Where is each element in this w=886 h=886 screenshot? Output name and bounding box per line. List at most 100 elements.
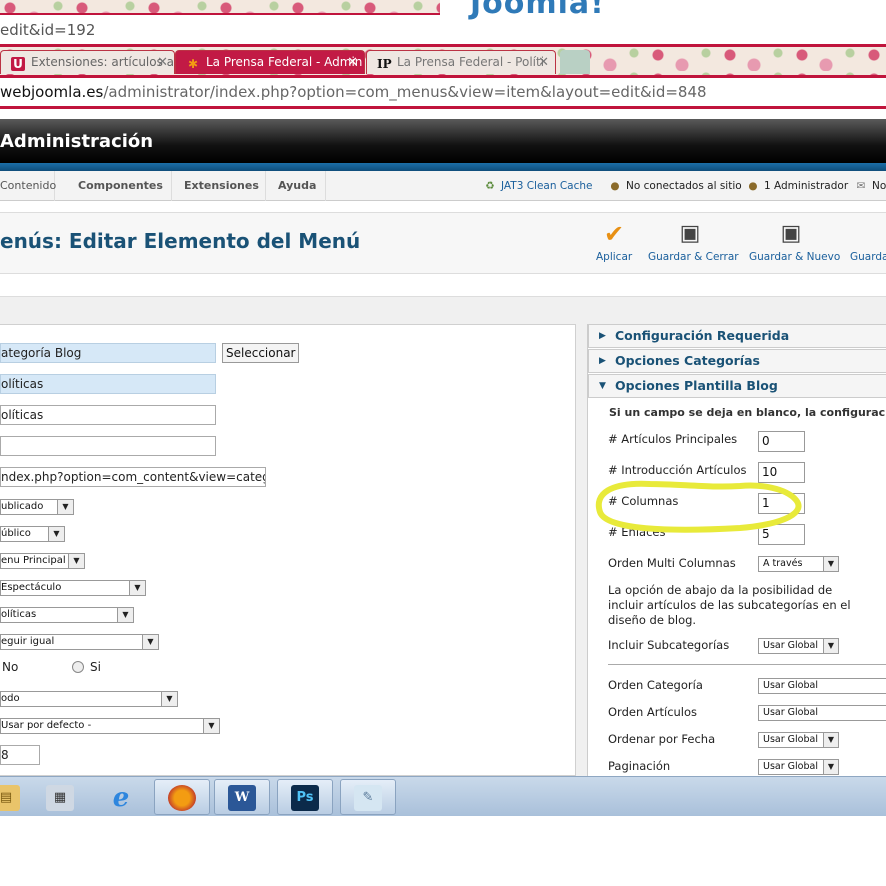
ordering-value: olíticas bbox=[1, 609, 37, 620]
leading-articles-label: # Artículos Principales bbox=[608, 432, 738, 446]
new-tab-button[interactable] bbox=[560, 50, 590, 74]
messages-status[interactable]: ✉ No bbox=[854, 171, 886, 201]
parent-item-select[interactable]: Espectáculo ▼ bbox=[0, 580, 146, 596]
save-close-button[interactable]: ▣ Guardar & Cerrar bbox=[648, 221, 739, 263]
include-subcategories-value: Usar Global bbox=[763, 640, 818, 651]
chevron-down-icon: ▼ bbox=[823, 639, 838, 653]
admins-status: ● 1 Administrador bbox=[746, 171, 848, 201]
admin-user-icon: ● bbox=[748, 180, 758, 192]
browser-tab-politicas[interactable]: IP La Prensa Federal - Políti ✕ bbox=[366, 50, 556, 74]
note-field[interactable] bbox=[0, 436, 216, 456]
multi-column-order-select[interactable]: A través ▼ bbox=[758, 556, 839, 572]
menu-ayuda[interactable]: Ayuda bbox=[266, 171, 326, 201]
browser-tab-admin[interactable]: ✱ La Prensa Federal - Admin ✕ bbox=[175, 50, 365, 74]
select-type-button[interactable]: Seleccionar bbox=[222, 343, 300, 363]
access-value: úblico bbox=[1, 528, 31, 539]
target-window-select[interactable]: eguir igual ▼ bbox=[0, 634, 159, 650]
chevron-down-icon: ▼ bbox=[161, 692, 177, 706]
apply-label: Aplicar bbox=[596, 251, 633, 263]
save-new-button[interactable]: ▣ Guardar & Nuevo bbox=[749, 221, 840, 263]
save-new-label: Guardar & Nuevo bbox=[749, 251, 841, 263]
messages-label: No bbox=[872, 180, 886, 192]
details-panel: ategoría Blog Seleccionar olíticas olíti… bbox=[0, 324, 576, 776]
include-subcategories-select[interactable]: Usar Global ▼ bbox=[758, 638, 839, 654]
menu-location-value: enu Principal bbox=[1, 555, 66, 566]
tab-favicon-icon: U bbox=[11, 57, 25, 71]
intro-articles-label: # Introducción Artículos bbox=[608, 463, 747, 477]
photoshop-button[interactable]: Ps bbox=[277, 779, 333, 815]
columns-input[interactable]: 1 bbox=[758, 493, 805, 514]
title-field[interactable]: olíticas bbox=[0, 374, 216, 394]
menu-item-type-field[interactable]: ategoría Blog bbox=[0, 343, 216, 363]
visitors-status: ● No conectados al sitio bbox=[608, 171, 741, 201]
template-style-value: Usar por defecto - bbox=[1, 720, 92, 731]
options-panel: ▶ Configuración Requerida ▶ Opciones Categ… bbox=[587, 324, 886, 776]
status-select[interactable]: ublicado ▼ bbox=[0, 499, 74, 515]
jat3-cache-link[interactable]: ♻ JAT3 Clean Cache bbox=[483, 171, 593, 201]
header-band bbox=[0, 163, 886, 171]
default-si-label: Si bbox=[90, 660, 101, 674]
internet-explorer-button[interactable]: e bbox=[93, 779, 149, 815]
subcategories-help-text: La opción de abajo da la posibilidad de … bbox=[608, 583, 851, 627]
links-input[interactable]: 5 bbox=[758, 524, 805, 545]
multi-column-order-label: Orden Multi Columnas bbox=[608, 556, 736, 570]
date-order-select[interactable]: Usar Global ▼ bbox=[758, 732, 839, 748]
menu-location-select[interactable]: enu Principal ▼ bbox=[0, 553, 85, 569]
screenshot-root: { "browser": { "prev_url_fragment": "edi… bbox=[0, 0, 886, 886]
default-no-label: No bbox=[2, 660, 19, 674]
access-select[interactable]: úblico ▼ bbox=[0, 526, 65, 542]
default-si-radio[interactable] bbox=[72, 661, 84, 673]
menu-extensiones[interactable]: Extensiones bbox=[172, 171, 266, 201]
target-window-value: eguir igual bbox=[1, 636, 55, 647]
article-order-value: Usar Global bbox=[763, 707, 818, 718]
alias-field[interactable]: olíticas bbox=[0, 405, 216, 425]
chevron-right-icon: ▶ bbox=[599, 356, 606, 366]
notepad-button[interactable]: ✎ bbox=[340, 779, 396, 815]
pagination-value: Usar Global bbox=[763, 761, 818, 772]
section-categories-label: Opciones Categorías bbox=[615, 353, 760, 368]
template-style-select[interactable]: Usar por defecto - ▼ bbox=[0, 718, 220, 734]
section-blog-header[interactable]: ▼ Opciones Plantilla Blog bbox=[588, 374, 886, 398]
firefox-button[interactable] bbox=[154, 779, 210, 815]
menu-contenido[interactable]: Contenido bbox=[0, 171, 56, 201]
article-order-select[interactable]: Usar Global bbox=[758, 705, 886, 721]
browser-tab-extensiones[interactable]: U Extensiones: artículos autó✕ bbox=[0, 50, 175, 74]
file-explorer-button[interactable]: ▤ bbox=[0, 779, 34, 815]
pagination-label: Paginación bbox=[608, 759, 671, 773]
cache-icon: ♻ bbox=[485, 180, 495, 192]
chevron-down-icon: ▼ bbox=[48, 527, 64, 541]
word-icon: W bbox=[228, 785, 256, 811]
close-icon[interactable]: ✕ bbox=[538, 55, 549, 70]
user-icon: ● bbox=[610, 180, 620, 192]
section-categories-header[interactable]: ▶ Opciones Categorías bbox=[588, 349, 886, 373]
file-explorer-icon: ▤ bbox=[0, 785, 20, 811]
tab-label: La Prensa Federal - Admin bbox=[206, 55, 363, 69]
tab-label: La Prensa Federal - Políti bbox=[397, 55, 545, 69]
status-value: ublicado bbox=[1, 501, 44, 512]
category-order-select[interactable]: Usar Global bbox=[758, 678, 886, 694]
link-field[interactable]: ndex.php?option=com_content&view=categor… bbox=[0, 467, 266, 487]
address-bar[interactable]: webjoomla.es/administrator/index.php?opt… bbox=[0, 75, 886, 109]
previous-url-bar[interactable]: edit&id=192 bbox=[0, 13, 440, 47]
intro-articles-input[interactable]: 10 bbox=[758, 462, 805, 483]
cache-label: JAT3 Clean Cache bbox=[501, 180, 593, 192]
save-copy-button[interactable]: ▣Guarda bbox=[850, 221, 886, 263]
word-button[interactable]: W bbox=[214, 779, 270, 815]
close-icon[interactable]: ✕ bbox=[347, 55, 358, 70]
language-select[interactable]: odo ▼ bbox=[0, 691, 178, 707]
tab-favicon-icon: IP bbox=[377, 57, 392, 71]
checkmark-icon: ✔ bbox=[603, 220, 625, 248]
chevron-down-icon: ▼ bbox=[823, 557, 838, 571]
spacer bbox=[0, 274, 886, 296]
pagination-select[interactable]: Usar Global ▼ bbox=[758, 759, 839, 775]
calculator-button[interactable]: ▦ bbox=[32, 779, 88, 815]
toolbar: enús: Editar Elemento del Menú ✔ Aplicar … bbox=[0, 212, 886, 274]
chevron-down-icon: ▼ bbox=[823, 733, 838, 747]
close-icon[interactable]: ✕ bbox=[157, 55, 168, 70]
menu-componentes[interactable]: Componentes bbox=[66, 171, 172, 201]
section-required-header[interactable]: ▶ Configuración Requerida bbox=[588, 324, 886, 348]
leading-articles-input[interactable]: 0 bbox=[758, 431, 805, 452]
taskbar: ▤ ▦ e W Ps ✎ bbox=[0, 776, 886, 816]
ordering-select[interactable]: olíticas ▼ bbox=[0, 607, 134, 623]
apply-button[interactable]: ✔ Aplicar bbox=[596, 221, 632, 263]
